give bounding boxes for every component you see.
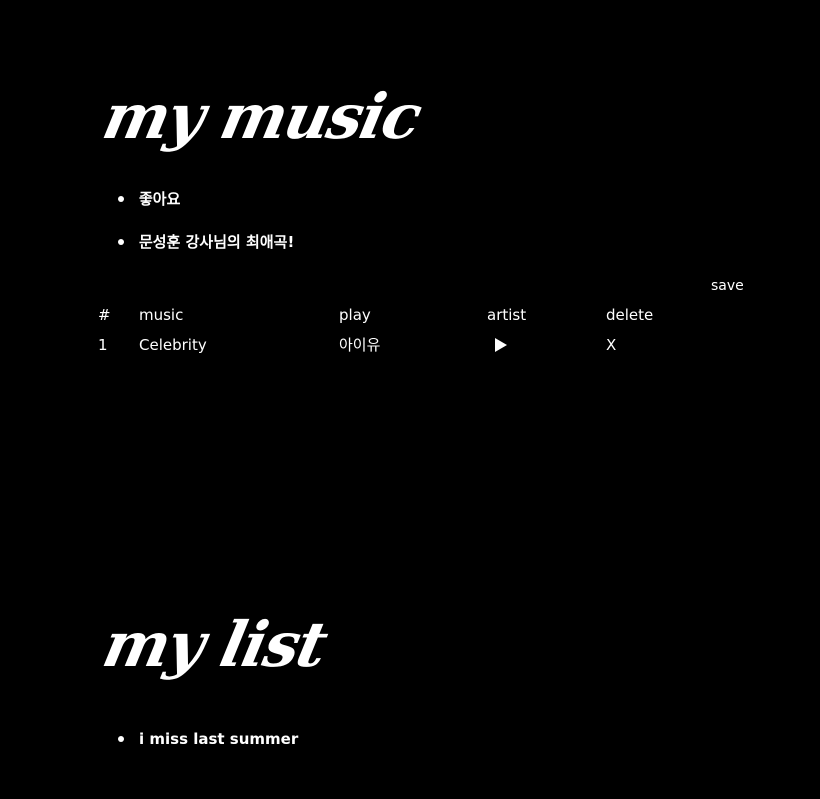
play-icon[interactable] [495,338,507,352]
likes-list: 좋아요 문성훈 강사님의 최애곡! [118,189,294,252]
row-num: 1 [98,336,108,354]
save-button[interactable]: save [711,277,744,295]
my-music-title: my music [96,80,427,153]
header-music: music [139,306,184,324]
list-item: 좋아요 [118,189,294,209]
list-item: i miss last summer [118,729,298,749]
row-play-artist-name: 아이유 [339,336,381,354]
table-row: 1 Celebrity 아이유 X [98,335,718,357]
row-music-title: Celebrity [139,336,207,354]
header-num: # [98,306,111,324]
table-header-row: # music play artist delete [98,305,718,327]
list-item: 문성훈 강사님의 최애곡! [118,232,294,252]
my-list-items: i miss last summer [118,729,298,749]
my-list-title: my list [96,608,333,681]
delete-button[interactable]: X [606,335,616,355]
header-delete: delete [606,306,654,324]
header-artist: artist [487,306,527,324]
header-play: play [339,306,371,324]
